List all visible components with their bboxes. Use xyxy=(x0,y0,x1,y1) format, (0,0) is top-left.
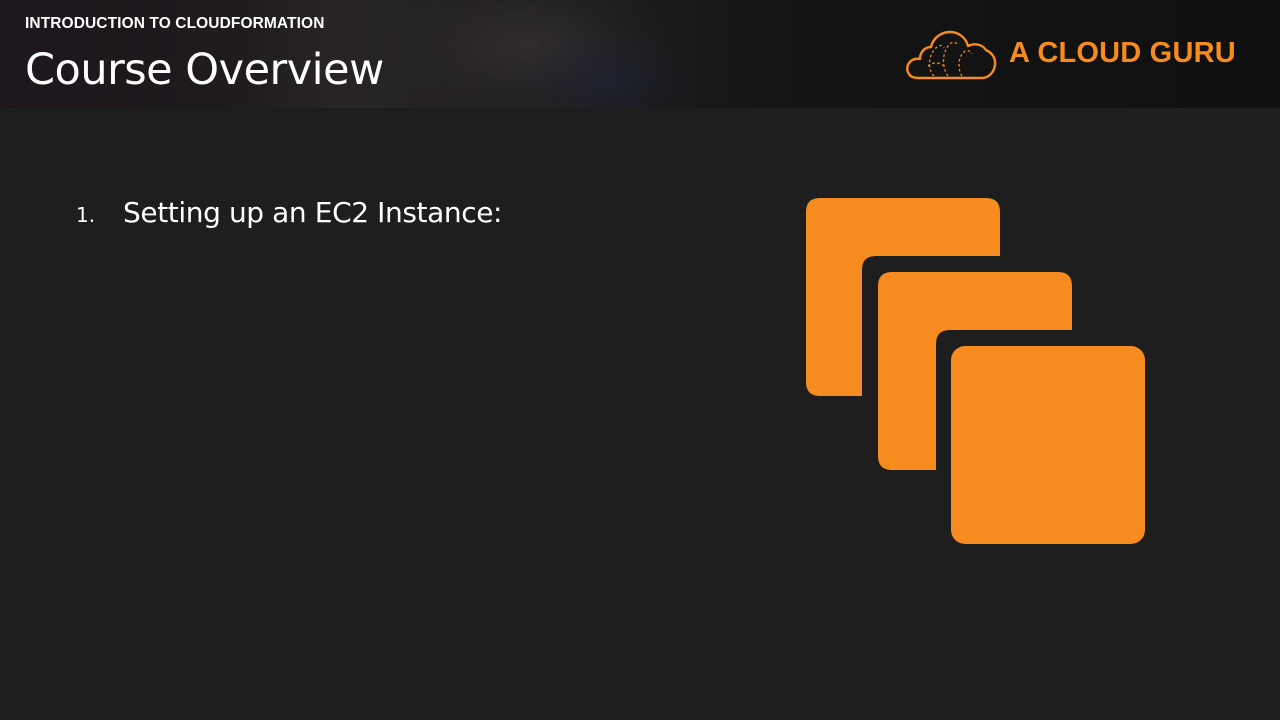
brand: A CLOUD GURU xyxy=(904,26,1244,82)
slide: INTRODUCTION TO CLOUDFORMATION Course Ov… xyxy=(0,0,1280,720)
course-label: INTRODUCTION TO CLOUDFORMATION xyxy=(25,15,325,32)
page-title: Course Overview xyxy=(25,45,384,95)
list-item-text: Setting up an EC2 Instance: xyxy=(123,196,503,229)
ec2-instances-icon xyxy=(806,198,1145,544)
cloud-guru-logo-icon xyxy=(906,30,997,80)
list-item: 1. Setting up an EC2 Instance: xyxy=(76,196,502,229)
brand-name: A CLOUD GURU xyxy=(1009,37,1236,69)
list-item-number: 1. xyxy=(76,203,96,227)
slide-header: INTRODUCTION TO CLOUDFORMATION Course Ov… xyxy=(0,0,1280,108)
course-outline-list: 1. Setting up an EC2 Instance: xyxy=(76,196,502,229)
